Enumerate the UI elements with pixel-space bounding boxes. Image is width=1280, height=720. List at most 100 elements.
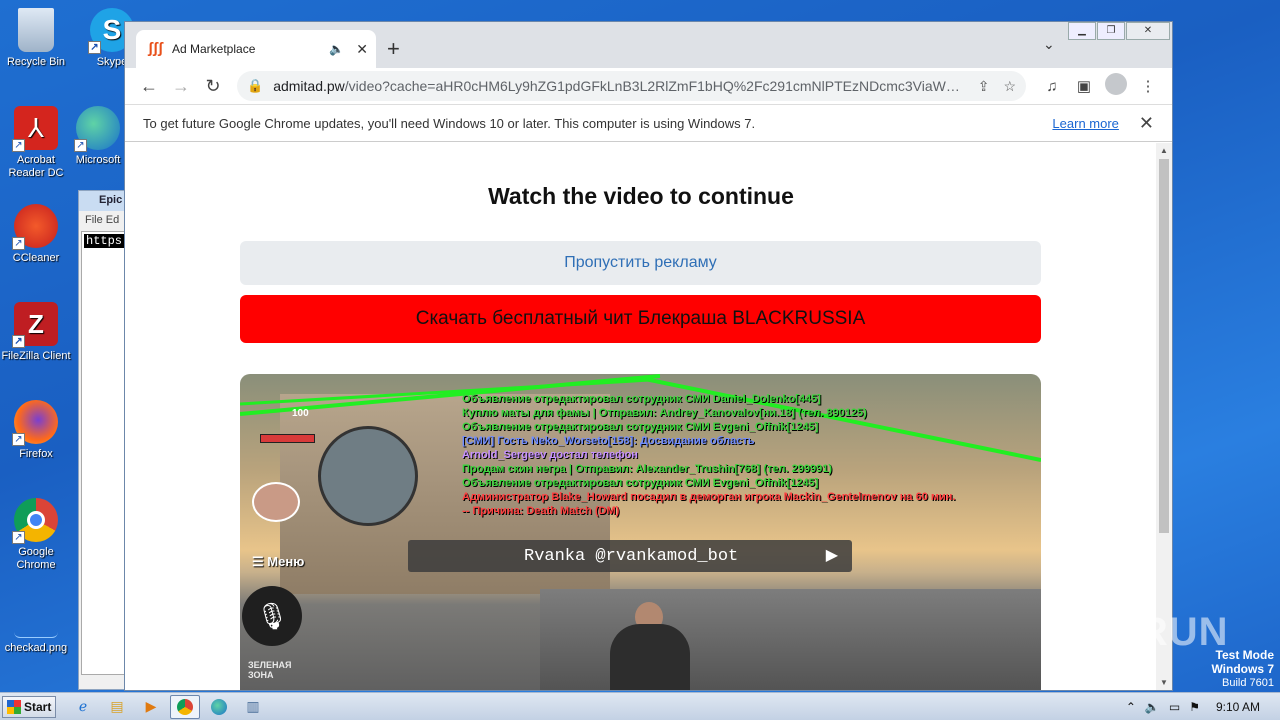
game-menu-label: Меню: [267, 554, 305, 569]
os-label: Windows 7: [1211, 662, 1274, 676]
notepad-title: Epic: [79, 191, 127, 211]
notepad-selected-text: https: [84, 234, 124, 248]
desktop-icon-label: FileZilla Client: [1, 350, 71, 362]
hamburger-icon: ☰: [252, 554, 268, 569]
fist-icon[interactable]: [252, 482, 300, 522]
skip-ad-button[interactable]: Пропустить рекламу: [240, 241, 1041, 285]
tab-audio-icon[interactable]: 🔈: [329, 42, 344, 56]
update-infobar: To get future Google Chrome updates, you…: [125, 104, 1172, 142]
video-overlay-bar[interactable]: Rvanka @rvankamod_bot ▶: [408, 540, 852, 572]
url-path: /video?cache=aHR0cHM6Ly9hZG1pdGFkLnB3L2R…: [344, 78, 964, 94]
desktop-icon-label: CCleaner: [12, 252, 60, 264]
desktop-icon-firefox[interactable]: ↗ Firefox: [0, 400, 72, 461]
tray-flag-icon[interactable]: ⚑: [1189, 700, 1200, 714]
tab-ad-marketplace[interactable]: ʃʃʃ Ad Marketplace 🔈 ✕: [136, 30, 376, 68]
notepad-window[interactable]: Epic File Ed https: [78, 190, 128, 690]
hud-number: 100: [292, 408, 309, 419]
test-mode-label: Test Mode: [1215, 648, 1274, 662]
desktop-icon-label: Recycle Bin: [6, 56, 66, 68]
health-bar: [260, 434, 315, 443]
minimize-button[interactable]: ▁: [1068, 22, 1096, 40]
chat-line: Администратор Blake_Howard посадил в дем…: [462, 491, 956, 503]
menu-kebab-icon[interactable]: ⋮: [1132, 77, 1164, 95]
infobar-message: To get future Google Chrome updates, you…: [143, 115, 756, 131]
back-button[interactable]: ←: [133, 76, 165, 97]
recycle-bin-icon: [18, 8, 54, 52]
image-file-icon: [14, 598, 58, 638]
tab-close-icon[interactable]: ✕: [356, 41, 368, 58]
taskbar-explorer-icon[interactable]: ▤: [102, 695, 132, 719]
chat-line: Arnold_Sergeev достал телефон: [462, 449, 638, 461]
lock-icon[interactable]: 🔒: [247, 78, 263, 94]
chrome-window: ʃʃʃ Ad Marketplace 🔈 ✕ + ⌄ ▁ ❐ ✕ ← → ↻ 🔒…: [124, 21, 1173, 691]
tab-search-chevron-icon[interactable]: ⌄: [1043, 36, 1055, 53]
scroll-up-icon[interactable]: ▲: [1156, 146, 1172, 155]
chat-line: Объявление отредактировал сотрудник СМИ …: [462, 421, 819, 433]
game-chat: Объявление отредактировал сотрудник СМИ …: [462, 392, 955, 518]
tray-volume-icon[interactable]: 🔈: [1145, 700, 1160, 714]
tray-network-icon[interactable]: ▭: [1169, 700, 1180, 714]
tray-expand-icon[interactable]: ⌃: [1126, 700, 1136, 714]
chat-line: Объявление отредактировал сотрудник СМИ …: [462, 393, 821, 405]
desktop-icon-recycle-bin[interactable]: Recycle Bin: [0, 8, 72, 69]
site-favicon-icon: ʃʃʃ: [148, 40, 163, 57]
download-cheat-button[interactable]: Скачать бесплатный чит Блекраша BLACKRUS…: [240, 295, 1041, 343]
browser-toolbar: ← → ↻ 🔒 admitad.pw /video?cache=aHR0cHM6…: [125, 68, 1172, 104]
desktop-icon-filezilla[interactable]: Z ↗ FileZilla Client: [0, 302, 72, 363]
desktop-icon-ccleaner[interactable]: ↗ CCleaner: [0, 204, 72, 265]
page-content: Watch the video to continue Пропустить р…: [125, 143, 1157, 690]
firefox-icon: ↗: [12, 400, 58, 446]
url-host: admitad.pw: [273, 78, 345, 94]
taskbar-ie-icon[interactable]: ℯ: [68, 695, 98, 719]
media-control-icon[interactable]: ♫: [1036, 78, 1068, 95]
new-tab-button[interactable]: +: [387, 36, 400, 62]
taskbar-notepad-icon[interactable]: ▥: [238, 695, 268, 719]
address-bar[interactable]: 🔒 admitad.pw /video?cache=aHR0cHM6Ly9hZG…: [237, 71, 1026, 101]
chat-line: [СМИ] Гость Neko_Worseto[158]: Досвидани…: [462, 435, 755, 447]
chat-line: Продам скин негра | Отправил: Alexander_…: [462, 463, 833, 475]
taskbar-chrome-icon[interactable]: [170, 694, 200, 719]
game-menu-button[interactable]: ☰ Меню: [252, 554, 304, 570]
desktop-icon-label: Firefox: [19, 448, 53, 460]
taskbar-media-player-icon[interactable]: ▶: [136, 695, 166, 719]
tab-title: Ad Marketplace: [172, 42, 256, 56]
test-mode-notice: Test Mode Windows 7 Build 7601: [1211, 648, 1274, 690]
window-controls: ▁ ❐ ✕: [1067, 22, 1170, 40]
anyrun-watermark: ANY RUN: [1040, 610, 1229, 654]
video-player[interactable]: Объявление отредактировал сотрудник СМИ …: [240, 374, 1041, 690]
avatar: [1105, 73, 1127, 95]
notepad-text-area[interactable]: https: [81, 231, 127, 675]
page-scrollbar[interactable]: ▲ ▼: [1156, 143, 1172, 690]
taskbar-edge-icon[interactable]: [204, 695, 234, 719]
forward-button[interactable]: →: [165, 76, 197, 97]
microphone-icon[interactable]: 🎙: [242, 586, 302, 646]
start-button[interactable]: Start: [2, 695, 56, 718]
acrobat-icon: ⅄ ↗: [12, 106, 58, 152]
edge-icon: ↗: [74, 106, 120, 152]
close-window-button[interactable]: ✕: [1126, 22, 1170, 40]
learn-more-link[interactable]: Learn more: [1052, 116, 1118, 131]
bookmark-star-icon[interactable]: ☆: [1003, 78, 1016, 95]
video-overlay-text: Rvanka @rvankamod_bot: [524, 546, 739, 566]
profile-avatar[interactable]: [1100, 73, 1132, 99]
scroll-thumb[interactable]: [1159, 159, 1169, 533]
minimap: [318, 426, 418, 526]
desktop-icon-label: Google Chrome: [16, 546, 56, 571]
desktop-icon-checkad[interactable]: checkad.png: [0, 598, 72, 655]
notepad-menu[interactable]: File Ed: [79, 211, 127, 229]
tab-strip: ʃʃʃ Ad Marketplace 🔈 ✕ + ⌄ ▁ ❐ ✕: [125, 22, 1172, 68]
scroll-down-icon[interactable]: ▼: [1156, 678, 1172, 687]
start-label: Start: [24, 699, 52, 714]
side-panel-icon[interactable]: ▣: [1068, 77, 1100, 95]
windows-flag-icon: [7, 699, 21, 714]
taskbar: Start ℯ ▤ ▶ ▥ ⌃ 🔈 ▭ ⚑ 9:10 AM: [0, 692, 1280, 720]
share-icon[interactable]: ⇪: [978, 78, 990, 95]
tray-clock[interactable]: 9:10 AM: [1216, 700, 1260, 714]
play-icon[interactable]: ▶: [826, 545, 838, 565]
infobar-close-icon[interactable]: ✕: [1139, 113, 1154, 134]
restore-button[interactable]: ❐: [1097, 22, 1125, 40]
ccleaner-icon: ↗: [12, 204, 58, 250]
reload-button[interactable]: ↻: [197, 76, 229, 97]
desktop-icon-chrome[interactable]: ↗ Google Chrome: [0, 498, 72, 572]
video-scene-character: [610, 624, 690, 690]
